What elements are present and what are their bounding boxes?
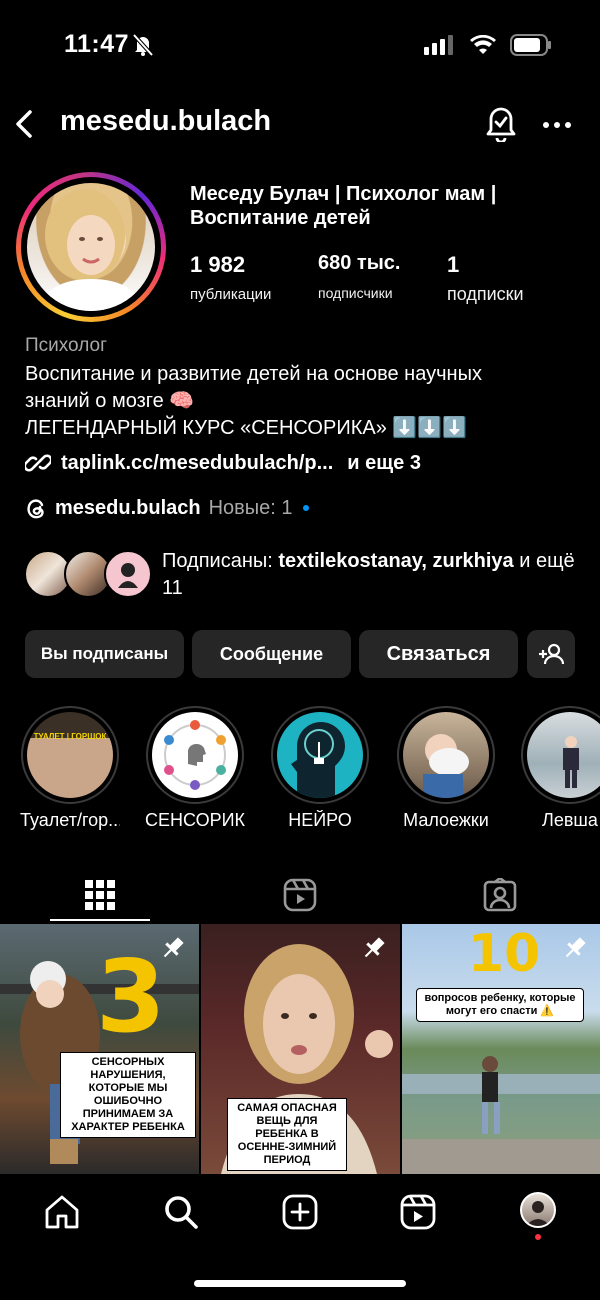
profile-avatar[interactable] <box>16 172 166 322</box>
highlight-cover <box>403 712 489 798</box>
active-tab-indicator <box>50 919 150 921</box>
chevron-left-icon <box>16 110 32 138</box>
plus-square-icon <box>282 1194 318 1230</box>
post-thumbnail[interactable]: САМАЯ ОПАСНАЯ ВЕЩЬ ДЛЯ РЕБЕНКА В ОСЕННЕ-… <box>201 924 400 1174</box>
tagged-person-icon <box>483 878 517 912</box>
followed-names: textilekostanay, zurkhiya <box>278 550 514 572</box>
highlight-cover: ТУАЛЕТ | ГОРШОК <box>27 712 113 798</box>
reels-icon <box>400 1194 436 1230</box>
contact-button[interactable]: Связаться <box>359 630 518 678</box>
tab-grid[interactable] <box>0 868 200 922</box>
link-text: taplink.cc/mesedubulach/p... <box>61 451 334 474</box>
highlight-label: СЕНСОРИКА <box>145 810 245 830</box>
home-tab[interactable] <box>44 1194 80 1235</box>
profile-link[interactable]: taplink.cc/mesedubulach/p... и еще 3 <box>25 450 421 476</box>
more-options-button[interactable] <box>542 110 572 145</box>
battery-icon <box>510 34 552 61</box>
followed-prefix: Подписаны: <box>162 550 279 572</box>
highlight-cover-text: ТУАЛЕТ | ГОРШОК <box>33 732 107 741</box>
suggested-users-button[interactable] <box>527 630 575 678</box>
threads-handle: mesedu.bulach <box>55 496 201 519</box>
threads-badge[interactable]: mesedu.bulach Новые: 1 <box>25 496 309 520</box>
bell-muted-icon <box>132 33 154 62</box>
add-person-icon <box>539 643 564 665</box>
highlight-cover <box>152 712 238 798</box>
stat-label: подписчики <box>318 285 393 301</box>
post-thumbnail[interactable]: 3 СЕНСОРНЫХ НАРУШЕНИЯ, КОТОРЫЕ МЫ ОШИБОЧ… <box>0 924 199 1174</box>
post-number: 10 <box>468 924 541 984</box>
threads-new-count: Новые: 1 <box>208 496 293 519</box>
stat-value: 680 тыс. <box>318 252 401 274</box>
new-indicator-dot <box>302 505 309 511</box>
link-icon <box>25 454 51 472</box>
avatar-photo <box>27 183 155 311</box>
bio-line: ЛЕГЕНДАРНЫЙ КУРС «СЕНСОРИКА» ⬇️⬇️⬇️ <box>25 417 468 439</box>
search-icon <box>165 1196 198 1229</box>
avatar <box>520 1192 556 1228</box>
stat-label: подписки <box>447 284 524 304</box>
pin-icon <box>360 934 388 967</box>
highlight-label: НЕЙРО <box>288 810 352 830</box>
highlight-cover <box>277 712 363 798</box>
mutual-followers-avatars[interactable] <box>24 550 154 600</box>
profile-full-name: Меседу Булач | Психолог мам | Воспитание… <box>190 183 497 229</box>
stat-following[interactable]: 1 подписки <box>447 252 524 305</box>
notifications-button[interactable] <box>484 104 518 147</box>
status-indicators <box>424 34 552 61</box>
highlight-cover <box>527 712 600 798</box>
home-indicator <box>194 1280 406 1287</box>
profile-category: Психолог <box>25 335 108 356</box>
highlight-label: Малоежки <box>403 810 489 830</box>
wifi-icon <box>470 34 496 60</box>
avatar <box>104 550 152 598</box>
pin-icon <box>561 934 589 967</box>
stat-followers[interactable]: 680 тыс. подписчики <box>318 252 400 301</box>
pin-icon <box>159 934 187 967</box>
highlight-label: Левша <box>542 810 598 830</box>
highlight-sensorika[interactable]: СЕНСОРИКА <box>145 706 245 831</box>
stat-value: 1 <box>447 252 460 277</box>
post-caption: СЕНСОРНЫХ НАРУШЕНИЯ, КОТОРЫЕ МЫ ОШИБОЧНО… <box>60 1052 196 1138</box>
mutual-followers-text[interactable]: Подписаны: textilekostanay, zurkhiya и е… <box>162 548 582 602</box>
highlight-maloezhki[interactable]: Малоежки <box>396 706 496 831</box>
cellular-signal-icon <box>424 35 456 60</box>
stat-posts[interactable]: 1 982 публикации <box>190 252 271 303</box>
bio-line: знаний о мозге 🧠 <box>25 390 195 412</box>
bio-line: Воспитание и развитие детей на основе на… <box>25 363 482 385</box>
link-more: и еще 3 <box>347 451 421 474</box>
message-button[interactable]: Сообщение <box>192 630 351 678</box>
stat-value: 1 982 <box>190 252 246 277</box>
highlight-neuro[interactable]: НЕЙРО <box>270 706 370 831</box>
reels-icon <box>283 878 317 912</box>
tab-tagged[interactable] <box>400 868 600 922</box>
back-button[interactable] <box>10 106 40 142</box>
status-time: 11:47 <box>64 30 130 58</box>
highlight-levsha[interactable]: Левша <box>520 706 600 831</box>
home-icon <box>45 1195 79 1229</box>
post-thumbnail[interactable]: 10 вопросов ребенку, которые могут его с… <box>402 924 600 1174</box>
bell-check-icon <box>486 107 516 144</box>
profile-bio: Воспитание и развитие детей на основе на… <box>25 361 585 442</box>
create-tab[interactable] <box>282 1194 318 1235</box>
profile-username: mesedu.bulach <box>60 105 272 137</box>
post-caption: вопросов ребенку, которые могут его спас… <box>416 988 584 1022</box>
profile-tab[interactable] <box>520 1192 556 1240</box>
post-number: 3 <box>96 938 166 1055</box>
highlight-label: Туалет/гор... <box>20 810 120 830</box>
tab-reels[interactable] <box>200 868 400 922</box>
post-caption: САМАЯ ОПАСНАЯ ВЕЩЬ ДЛЯ РЕБЕНКА В ОСЕННЕ-… <box>227 1098 347 1171</box>
search-tab[interactable] <box>163 1194 199 1235</box>
notification-dot <box>535 1234 541 1240</box>
grid-icon <box>85 880 115 910</box>
threads-icon <box>27 499 44 519</box>
stat-label: публикации <box>190 286 272 303</box>
highlight-toilet[interactable]: ТУАЛЕТ | ГОРШОК Туалет/гор... <box>20 706 120 831</box>
following-button[interactable]: Вы подписаны <box>25 630 184 678</box>
more-dots-icon <box>543 122 571 128</box>
reels-tab[interactable] <box>400 1194 436 1235</box>
